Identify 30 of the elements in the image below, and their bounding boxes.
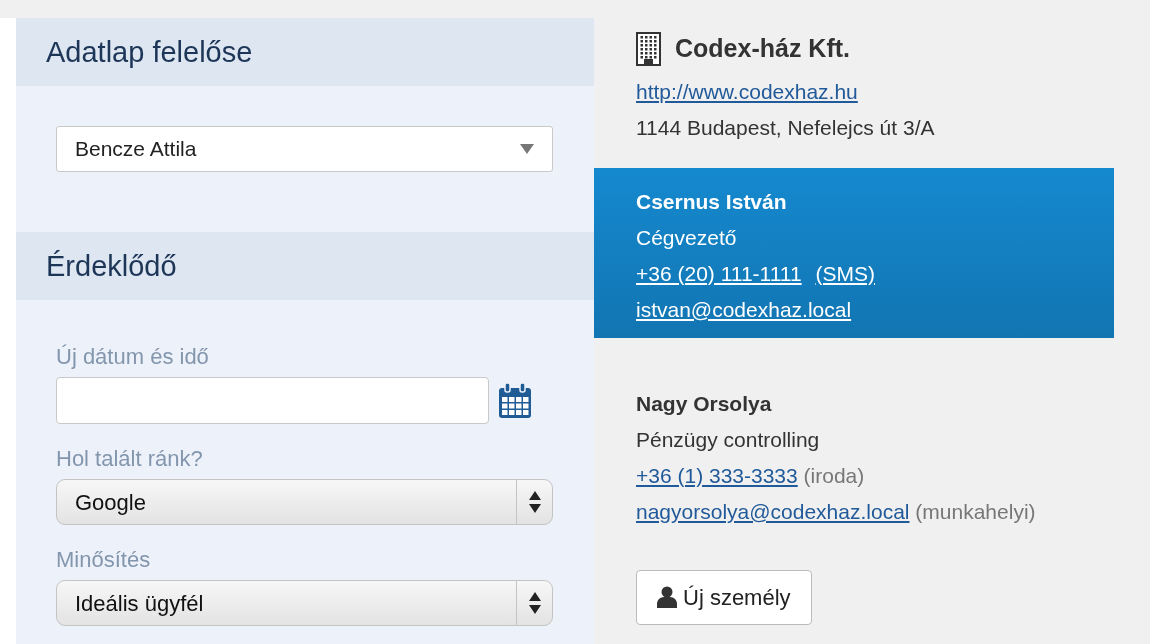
- phone-link[interactable]: +36 (20) 111-1111: [636, 261, 802, 285]
- section-title: Érdeklődő: [46, 248, 177, 284]
- new-person-button[interactable]: Új személy: [636, 569, 812, 625]
- email-link[interactable]: nagyorsolya@codexhaz.local: [636, 499, 910, 523]
- company-name: Codex-ház Kft.: [675, 33, 850, 64]
- updown-arrows-icon: [528, 491, 541, 513]
- website-link[interactable]: http://www.codexhaz.hu: [636, 79, 858, 103]
- select-box[interactable]: Ideális ügyfél: [56, 580, 553, 626]
- email-link[interactable]: istvan@codexhaz.local: [636, 297, 852, 321]
- contact-name: Csernus István: [636, 188, 788, 215]
- building-icon: [636, 31, 661, 66]
- field-label: Új dátum és idő: [56, 343, 209, 371]
- email-note: (munkahelyi): [915, 499, 1036, 523]
- phone-link[interactable]: +36 (1) 333-3333: [636, 463, 798, 487]
- dropdown[interactable]: Bencze Attila: [56, 126, 553, 172]
- select-box[interactable]: Google: [56, 479, 553, 525]
- contact-role: Cégvezető: [636, 224, 738, 251]
- contact-role: Pénzügy controlling: [636, 426, 821, 453]
- field-label: Hol talált ránk?: [56, 445, 203, 473]
- input-field[interactable]: [56, 377, 489, 424]
- phone-note: (iroda): [803, 463, 865, 487]
- calendar-icon: [497, 381, 533, 420]
- sms-link[interactable]: (SMS): [815, 261, 875, 285]
- caret-icon: [520, 144, 534, 154]
- contact-name: Nagy Orsolya: [636, 390, 773, 417]
- person-icon: [657, 586, 677, 608]
- address: 1144 Budapest, Nefelejcs út 3/A: [636, 114, 936, 141]
- section-title: Adatlap felelőse: [46, 34, 253, 70]
- field-label: Minősítés: [56, 546, 151, 574]
- updown-arrows-icon: [528, 592, 541, 614]
